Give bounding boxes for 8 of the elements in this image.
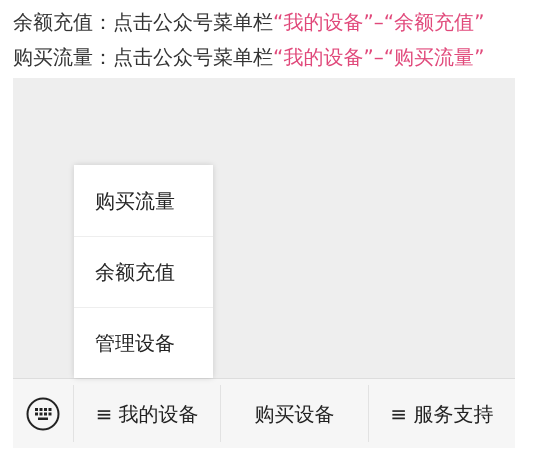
instruction-text: 购买流量：点击公众号菜单栏“我的设备”–“购买流量” — [13, 44, 486, 71]
menu-bar-item[interactable]: ≡ 服务支持 — [390, 398, 494, 428]
instruction-text: 余额充值：点击公众号菜单栏“我的设备”–“余额充值” — [13, 9, 486, 36]
keyboard-icon[interactable] — [26, 396, 60, 430]
submenu-item[interactable]: 余额充值 — [74, 236, 213, 307]
menu-bar-item[interactable]: 购买设备 — [254, 398, 334, 428]
menu-bar-item[interactable]: ≡ 我的设备 — [96, 398, 199, 428]
submenu-item[interactable]: 购买流量 — [74, 165, 213, 236]
